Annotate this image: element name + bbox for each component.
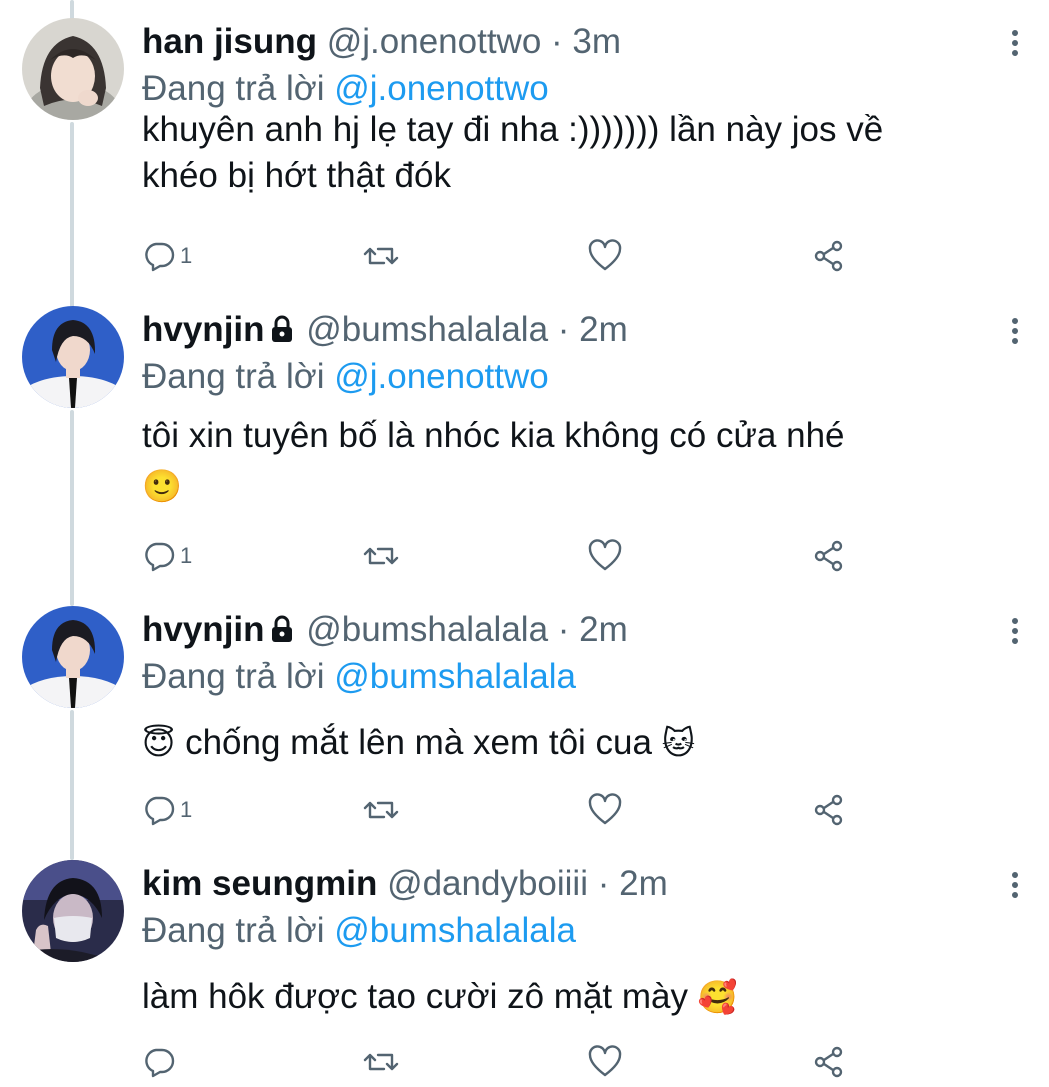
tweet-header: kim seungmin @dandyboiiii · 2m [142, 862, 668, 906]
share-button[interactable] [812, 236, 846, 276]
timestamp[interactable]: 3m [572, 22, 621, 61]
share-icon [814, 540, 843, 572]
tweet-header: hvynjin @bumshalalala · 2m [142, 308, 628, 354]
tweet[interactable]: kim seungmin @dandyboiiii · 2m Đang trả … [0, 842, 1049, 1087]
user-handle[interactable]: @bumshalalala [306, 310, 548, 349]
replying-to: Đang trả lời @bumshalalala [142, 655, 576, 699]
tweet-header: hvynjin @bumshalalala · 2m [142, 608, 628, 654]
share-icon [814, 1046, 843, 1078]
user-handle[interactable]: @bumshalalala [306, 610, 548, 649]
reply-count: 1 [180, 797, 193, 822]
smiling-hearts-emoji: 🥰 [697, 978, 738, 1016]
reply-icon [145, 1048, 175, 1078]
slight-smile-emoji: 🙂 [142, 467, 182, 505]
tweet-text-line: làm hôk được tao cười zô mặt mày [142, 977, 688, 1016]
retweet-button[interactable] [362, 790, 400, 830]
replying-label: Đang trả lời [142, 911, 325, 950]
reply-button[interactable]: 1 [142, 236, 192, 276]
separator: · [557, 610, 570, 649]
retweet-button[interactable] [362, 1042, 400, 1082]
retweet-button[interactable] [362, 536, 400, 576]
display-name[interactable]: hvynjin [142, 310, 265, 349]
display-name[interactable]: hvynjin [142, 610, 265, 649]
avatar[interactable] [22, 860, 124, 962]
tweet[interactable]: han jisung @j.onenottwo · 3m Đang trả lờ… [0, 0, 1049, 290]
display-name[interactable]: kim seungmin [142, 864, 377, 903]
heart-icon [588, 793, 622, 825]
reply-button[interactable]: 1 [142, 790, 192, 830]
tweet-text: 😇 chống mắt lên mà xem tôi cua 🐱 [142, 720, 1032, 766]
action-bar: 1 [142, 236, 862, 276]
replying-label: Đang trả lời [142, 69, 325, 108]
mention-link[interactable]: @j.onenottwo [334, 357, 549, 396]
replying-label: Đang trả lời [142, 357, 325, 396]
like-button[interactable] [587, 236, 623, 276]
mention-link[interactable]: @j.onenottwo [334, 69, 549, 108]
action-bar [142, 1042, 862, 1082]
tweet-text-line: chống mắt lên mà xem tôi cua [185, 723, 652, 762]
share-button[interactable] [812, 790, 846, 830]
replying-to: Đang trả lời @bumshalalala [142, 909, 576, 953]
retweet-icon [363, 547, 399, 565]
tweet-header: han jisung @j.onenottwo · 3m [142, 20, 621, 64]
separator: · [597, 864, 610, 903]
retweet-icon [363, 801, 399, 819]
display-name[interactable]: han jisung [142, 22, 317, 61]
mention-link[interactable]: @bumshalalala [334, 657, 576, 696]
heart-icon [588, 239, 622, 271]
retweet-button[interactable] [362, 236, 400, 276]
user-handle[interactable]: @j.onenottwo [327, 22, 542, 61]
tweet-text: tôi xin tuyên bố là nhóc kia không có cử… [142, 413, 1032, 509]
reply-button[interactable] [142, 1042, 180, 1082]
timestamp[interactable]: 2m [619, 864, 668, 903]
retweet-icon [363, 247, 399, 265]
share-button[interactable] [812, 1042, 846, 1082]
more-icon[interactable] [1005, 616, 1025, 646]
tweet-text: làm hôk được tao cười zô mặt mày 🥰 [142, 974, 1032, 1020]
action-bar: 1 [142, 790, 862, 830]
user-handle[interactable]: @dandyboiiii [387, 864, 588, 903]
halo-emoji: 😇 [142, 724, 176, 762]
reply-count: 1 [180, 243, 193, 268]
lock-icon [269, 610, 295, 654]
cat-emoji: 🐱 [661, 724, 696, 762]
tweet-text-line: tôi xin tuyên bố là nhóc kia không có cử… [142, 416, 845, 455]
separator: · [557, 310, 570, 349]
reply-icon [145, 242, 175, 272]
avatar[interactable] [22, 606, 124, 708]
share-icon [814, 240, 843, 272]
timestamp[interactable]: 2m [579, 310, 628, 349]
retweet-icon [363, 1053, 399, 1071]
mention-link[interactable]: @bumshalalala [334, 911, 576, 950]
replying-to: Đang trả lời @j.onenottwo [142, 355, 549, 399]
tweet[interactable]: hvynjin @bumshalalala · 2m Đang trả lời … [0, 588, 1049, 848]
more-icon[interactable] [1005, 28, 1025, 58]
like-button[interactable] [587, 790, 623, 830]
like-button[interactable] [587, 1042, 623, 1082]
heart-icon [588, 1045, 622, 1077]
reply-icon [145, 796, 175, 826]
reply-icon [145, 542, 175, 572]
avatar[interactable] [22, 18, 124, 120]
reply-button[interactable]: 1 [142, 536, 192, 576]
replying-label: Đang trả lời [142, 657, 325, 696]
separator: · [551, 22, 563, 61]
tweet-text: khuyên anh hj lẹ tay đi nha :))))))) lần… [142, 107, 1032, 199]
share-icon [814, 794, 843, 826]
share-button[interactable] [812, 536, 846, 576]
tweet-text-line: khuyên anh hj lẹ tay đi nha :))))))) lần… [142, 110, 884, 149]
like-button[interactable] [587, 536, 623, 576]
action-bar: 1 [142, 536, 862, 576]
heart-icon [588, 539, 622, 571]
tweet-text-line: khéo bị hớt thật đók [142, 156, 451, 195]
more-icon[interactable] [1005, 870, 1025, 900]
tweet[interactable]: hvynjin @bumshalalala · 2m Đang trả lời … [0, 288, 1049, 588]
reply-count: 1 [180, 543, 193, 568]
timestamp[interactable]: 2m [579, 610, 628, 649]
avatar[interactable] [22, 306, 124, 408]
more-icon[interactable] [1005, 316, 1025, 346]
lock-icon [269, 310, 295, 354]
replying-to: Đang trả lời @j.onenottwo [142, 67, 549, 111]
